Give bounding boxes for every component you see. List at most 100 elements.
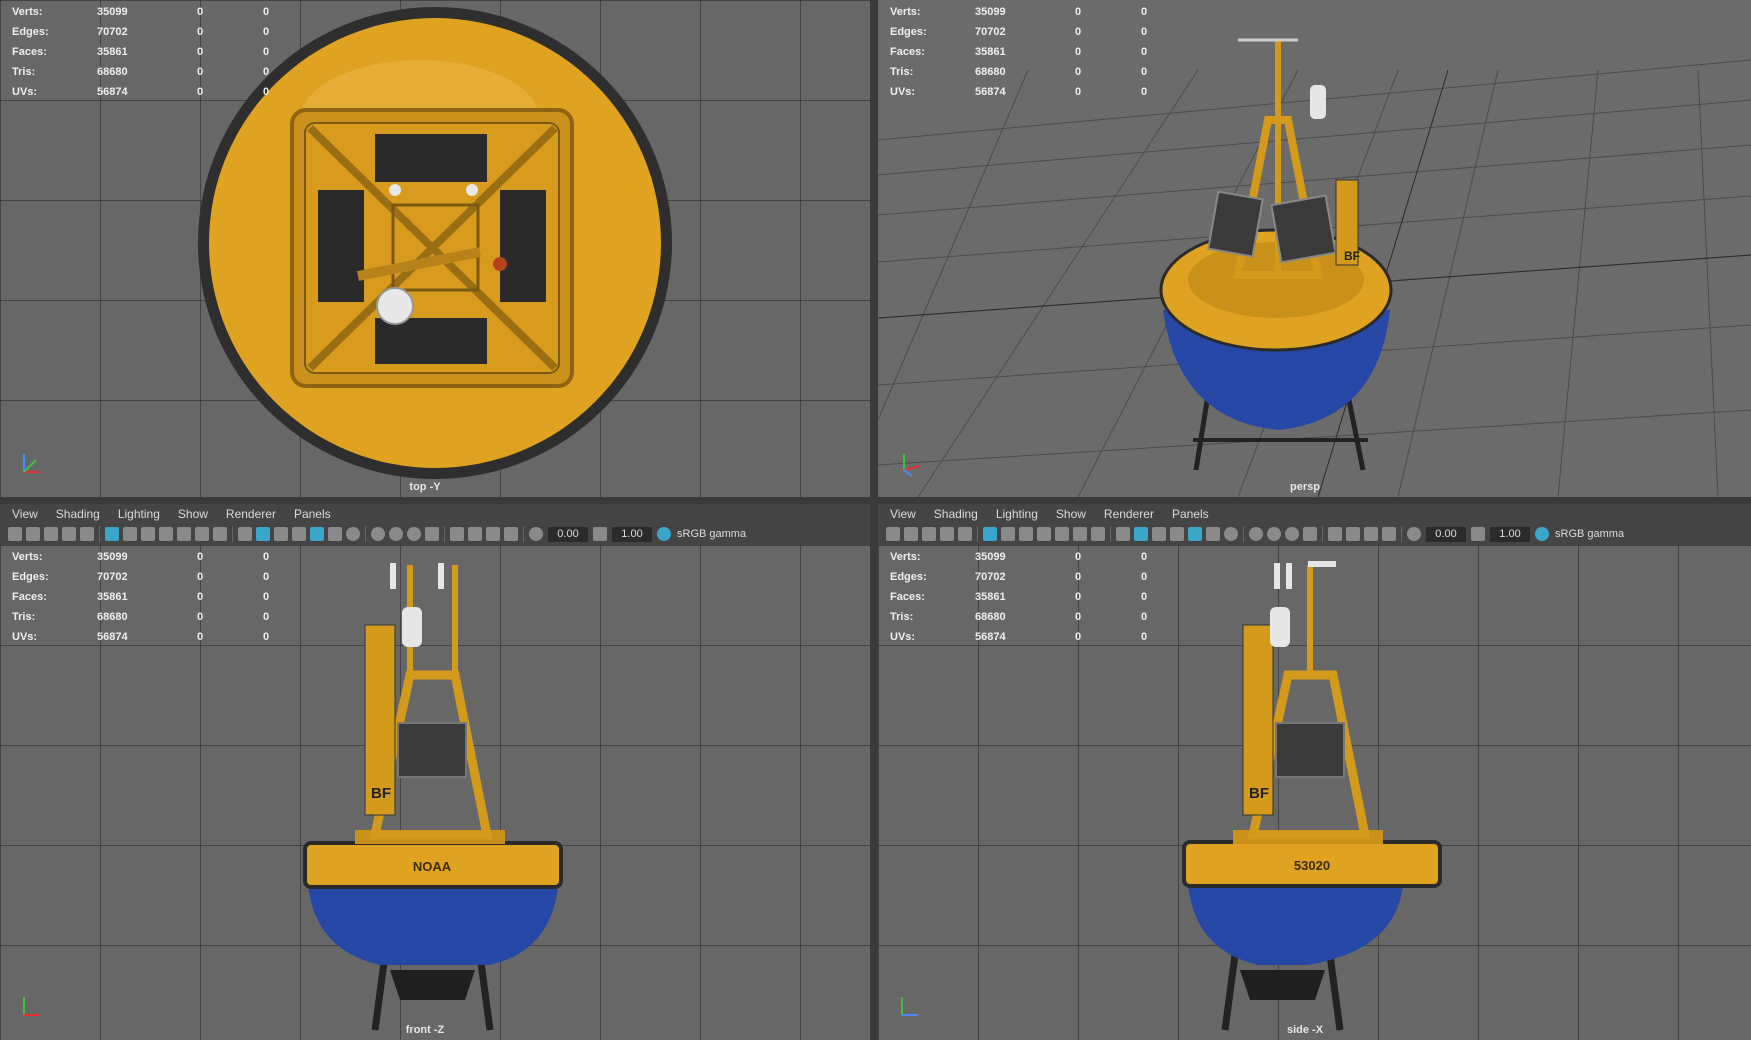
stat-row-edges: Edges: 70702 0 0 [12, 571, 270, 583]
exposure-icon[interactable] [1407, 527, 1421, 541]
depth-of-field-icon[interactable] [425, 527, 439, 541]
stat-row-uvs: UVs: 56874 0 0 [890, 631, 1148, 643]
wireframe-icon[interactable] [1116, 527, 1130, 541]
menu-shading[interactable]: Shading [934, 507, 978, 521]
ambient-occlusion-icon[interactable] [1249, 527, 1263, 541]
tower-label-bf: BF [371, 785, 391, 802]
viewport-side[interactable]: Verts: 35099 0 0 Edges: 70702 0 0 Faces: 35861 0… [878, 545, 1751, 1040]
resolution-gate-icon[interactable] [141, 527, 155, 541]
exposure-icon[interactable] [529, 527, 543, 541]
ambient-occlusion-icon[interactable] [371, 527, 385, 541]
viewport-divider-horizontal[interactable] [0, 497, 1751, 503]
smooth-shade-icon[interactable] [1134, 527, 1148, 541]
safe-action-icon[interactable] [195, 527, 209, 541]
menu-panels[interactable]: Panels [294, 507, 331, 521]
textured-icon[interactable] [1188, 527, 1202, 541]
smooth-shade-icon[interactable] [256, 527, 270, 541]
gamma-field[interactable]: 1.00 [1490, 526, 1530, 542]
gate-mask-icon[interactable] [159, 527, 173, 541]
stat-row-faces: Faces: 35861 0 0 [12, 591, 270, 603]
depth-of-field-icon[interactable] [1303, 527, 1317, 541]
viewport-front[interactable]: Verts: 35099 0 0 Edges: 70702 0 0 Faces: 35861 0… [0, 545, 870, 1040]
default-material-icon[interactable] [274, 527, 288, 541]
menu-renderer[interactable]: Renderer [226, 507, 276, 521]
grid-toggle-icon[interactable] [983, 527, 997, 541]
stat-row-faces: Faces: 35861 0 0 [890, 46, 1148, 58]
backface-culling-icon[interactable] [1382, 527, 1396, 541]
bookmark-icon[interactable] [922, 527, 936, 541]
safe-title-icon[interactable] [1091, 527, 1105, 541]
axis-gizmo-persp [896, 448, 926, 483]
axis-gizmo-top [18, 448, 48, 483]
menu-show[interactable]: Show [1056, 507, 1086, 521]
color-management-icon[interactable] [657, 527, 671, 541]
grease-pencil-icon[interactable] [958, 527, 972, 541]
motion-blur-icon[interactable] [389, 527, 403, 541]
backface-culling-icon[interactable] [504, 527, 518, 541]
xray-joints-icon[interactable] [486, 527, 500, 541]
wireframe-on-shaded-icon[interactable] [1170, 527, 1184, 541]
grid-toggle-icon[interactable] [105, 527, 119, 541]
lights-icon[interactable] [328, 527, 342, 541]
xray-icon[interactable] [468, 527, 482, 541]
xray-icon[interactable] [1346, 527, 1360, 541]
menu-show[interactable]: Show [178, 507, 208, 521]
xray-joints-icon[interactable] [1364, 527, 1378, 541]
camera-attrs-icon[interactable] [904, 527, 918, 541]
film-gate-icon[interactable] [1001, 527, 1015, 541]
grease-pencil-icon[interactable] [80, 527, 94, 541]
viewport-top[interactable]: Verts: 35099 0 0 Edges: 70702 0 0 Faces: 35861 0… [0, 0, 870, 497]
menu-shading[interactable]: Shading [56, 507, 100, 521]
camera-label-side: side -X [1286, 1024, 1324, 1036]
viewport-persp[interactable]: BF Verts: 35099 0 0 Edges: 70702 0 0 Faces: 358… [878, 0, 1751, 497]
shadows-icon[interactable] [1224, 527, 1238, 541]
menu-lighting[interactable]: Lighting [996, 507, 1038, 521]
lights-icon[interactable] [1206, 527, 1220, 541]
camera-icon[interactable] [886, 527, 900, 541]
gamma-icon[interactable] [593, 527, 607, 541]
panel-toolbar-side: 0.00 1.00 sRGB gamma [878, 523, 1751, 545]
shadows-icon[interactable] [346, 527, 360, 541]
image-plane-icon[interactable] [940, 527, 954, 541]
viewport-divider-vertical[interactable] [870, 0, 878, 1040]
wireframe-on-shaded-icon[interactable] [292, 527, 306, 541]
menu-renderer[interactable]: Renderer [1104, 507, 1154, 521]
anti-aliasing-icon[interactable] [1285, 527, 1299, 541]
menu-panels[interactable]: Panels [1172, 507, 1209, 521]
field-chart-icon[interactable] [1055, 527, 1069, 541]
gamma-icon[interactable] [1471, 527, 1485, 541]
stat-row-edges: Edges: 70702 0 0 [890, 26, 1148, 38]
default-material-icon[interactable] [1152, 527, 1166, 541]
axis-gizmo-side [896, 991, 926, 1026]
exposure-field[interactable]: 0.00 [1426, 526, 1466, 542]
camera-attrs-icon[interactable] [26, 527, 40, 541]
resolution-gate-icon[interactable] [1019, 527, 1033, 541]
stat-row-tris: Tris: 68680 0 0 [12, 611, 270, 623]
exposure-field[interactable]: 0.00 [548, 526, 588, 542]
menu-view[interactable]: View [12, 507, 38, 521]
textured-icon[interactable] [310, 527, 324, 541]
isolate-select-icon[interactable] [450, 527, 464, 541]
gate-mask-icon[interactable] [1037, 527, 1051, 541]
menu-view[interactable]: View [890, 507, 916, 521]
color-management-icon[interactable] [1535, 527, 1549, 541]
camera-icon[interactable] [8, 527, 22, 541]
stat-row-verts: Verts: 35099 0 0 [890, 6, 1148, 18]
field-chart-icon[interactable] [177, 527, 191, 541]
image-plane-icon[interactable] [62, 527, 76, 541]
film-gate-icon[interactable] [123, 527, 137, 541]
wireframe-icon[interactable] [238, 527, 252, 541]
anti-aliasing-icon[interactable] [407, 527, 421, 541]
menu-lighting[interactable]: Lighting [118, 507, 160, 521]
isolate-select-icon[interactable] [1328, 527, 1342, 541]
bookmark-icon[interactable] [44, 527, 58, 541]
color-space-label[interactable]: sRGB gamma [1555, 528, 1624, 540]
camera-label-front: front -Z [405, 1024, 445, 1036]
motion-blur-icon[interactable] [1267, 527, 1281, 541]
stat-row-edges: Edges: 70702 0 0 [12, 26, 270, 38]
safe-title-icon[interactable] [213, 527, 227, 541]
stat-row-faces: Faces: 35861 0 0 [12, 46, 270, 58]
color-space-label[interactable]: sRGB gamma [677, 528, 746, 540]
gamma-field[interactable]: 1.00 [612, 526, 652, 542]
safe-action-icon[interactable] [1073, 527, 1087, 541]
